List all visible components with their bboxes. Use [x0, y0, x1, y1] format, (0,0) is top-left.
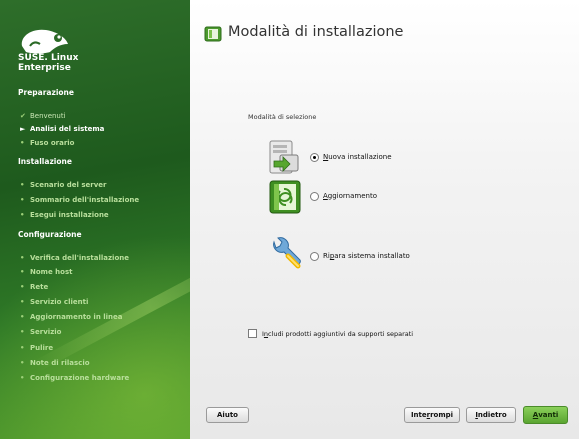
next-button[interactable]: Avanti: [523, 406, 568, 424]
sidebar-item-label: Nome host: [30, 268, 73, 276]
sidebar-item-label: Scenario del server: [30, 181, 107, 189]
sidebar: SUSE. Linux Enterprise Preparazione ✔ Be…: [0, 0, 190, 439]
sidebar-item-esegui-installazione: • Esegui installazione: [20, 211, 109, 219]
bullet-icon: •: [20, 344, 25, 352]
label-rest: vanti: [538, 411, 559, 419]
help-button[interactable]: Aiuto: [206, 407, 249, 423]
radio-label-nuova-installazione[interactable]: Nuova installazione: [323, 153, 392, 161]
brand-line-1: SUSE. Linux: [18, 53, 79, 63]
bullet-icon: •: [20, 254, 25, 262]
sidebar-item-label: Pulire: [30, 344, 54, 352]
radio-ripara-sistema[interactable]: [310, 252, 319, 261]
section-title-installazione: Installazione: [18, 157, 72, 166]
section-title-configurazione: Configurazione: [18, 230, 82, 239]
label-rest: ggiornamento: [327, 192, 377, 200]
sidebar-item-pulire: • Pulire: [20, 344, 53, 352]
sidebar-item-label: Rete: [30, 283, 49, 291]
bullet-icon: •: [20, 211, 25, 219]
sidebar-item-label: Sommario dell'installazione: [30, 196, 140, 204]
bullet-icon: •: [20, 139, 25, 147]
installation-mode-icon: [204, 26, 222, 42]
sidebar-item-rete: • Rete: [20, 283, 48, 291]
new-install-icon: [269, 140, 299, 174]
sidebar-item-label: Servizio clienti: [30, 298, 89, 306]
main-panel: Modalità di installazione Modalità di se…: [190, 0, 579, 439]
sidebar-item-label: Fuso orario: [30, 139, 75, 147]
sidebar-item-nome-host: • Nome host: [20, 268, 72, 276]
sidebar-item-label: Analisi del sistema: [30, 125, 105, 133]
sidebar-item-benvenuti: ✔ Benvenuti: [20, 112, 66, 120]
abort-button[interactable]: Inte r rompi: [404, 407, 460, 423]
sidebar-item-fuso-orario: • Fuso orario: [20, 139, 74, 147]
bullet-icon: •: [20, 196, 25, 204]
radio-nuova-installazione[interactable]: [310, 153, 319, 162]
sidebar-item-servizio-clienti: • Servizio clienti: [20, 298, 88, 306]
sidebar-item-label: Aggiornamento in linea: [30, 313, 123, 321]
addon-products-checkbox[interactable]: [248, 329, 257, 338]
bullet-icon: •: [20, 328, 25, 336]
button-label: Aiuto: [217, 411, 238, 419]
sidebar-item-label: Verifica dell'installazione: [30, 254, 129, 262]
label-rest: uova installazione: [328, 153, 392, 161]
label-rest: ndietro: [477, 411, 507, 419]
bullet-icon: •: [20, 313, 25, 321]
radio-label-ripara-sistema[interactable]: Ripara sistema installato: [323, 252, 410, 260]
suse-logo-icon: [21, 29, 68, 54]
sidebar-item-servizio: • Servizio: [20, 328, 62, 336]
sidebar-item-label: Note di rilascio: [30, 359, 90, 367]
sidebar-item-label: Esegui installazione: [30, 211, 109, 219]
bullet-icon: •: [20, 283, 25, 291]
sidebar-item-sommario-installazione: • Sommario dell'installazione: [20, 196, 139, 204]
checkmark-icon: ✔: [20, 112, 26, 120]
bullet-icon: •: [20, 268, 25, 276]
label-rest: cludi prodotti aggiuntivi da supporti se…: [268, 330, 414, 338]
selection-group-label: Modalità di selezione: [248, 113, 317, 121]
label-pre: Ri: [323, 252, 330, 260]
sidebar-item-label: Servizio: [30, 328, 62, 336]
page-title: Modalità di installazione: [228, 24, 404, 40]
section-title-preparazione: Preparazione: [18, 88, 74, 97]
label-rest: ara sistema installato: [334, 252, 410, 260]
sidebar-item-note-di-rilascio: • Note di rilascio: [20, 359, 90, 367]
addon-products-label[interactable]: Includi prodotti aggiuntivi da supporti …: [262, 330, 413, 338]
sidebar-item-scenario-del-server: • Scenario del server: [20, 181, 106, 189]
arrow-right-icon: ►: [20, 125, 26, 133]
sidebar-item-label: Configurazione hardware: [30, 374, 130, 382]
sidebar-item-verifica-installazione: • Verifica dell'installazione: [20, 254, 129, 262]
bullet-icon: •: [20, 374, 25, 382]
brand-text: SUSE. Linux Enterprise: [18, 53, 78, 73]
bullet-icon: •: [20, 298, 25, 306]
radio-aggiornamento[interactable]: [310, 192, 319, 201]
sidebar-item-aggiornamento-in-linea: • Aggiornamento in linea: [20, 313, 123, 321]
sidebar-item-label: Benvenuti: [30, 112, 66, 120]
bullet-icon: •: [20, 359, 25, 367]
update-icon: [269, 180, 301, 214]
radio-label-aggiornamento[interactable]: Aggiornamento: [323, 192, 377, 200]
repair-icon: [273, 237, 301, 269]
back-button[interactable]: Indietro: [466, 407, 516, 423]
sidebar-item-configurazione-hardware: • Configurazione hardware: [20, 374, 129, 382]
brand-line-2: Enterprise: [18, 63, 71, 73]
label-pre: Inte: [410, 411, 427, 419]
label-rest: rompi: [430, 411, 454, 419]
bullet-icon: •: [20, 181, 25, 189]
sidebar-item-analisi-del-sistema: ► Analisi del sistema: [20, 125, 104, 133]
